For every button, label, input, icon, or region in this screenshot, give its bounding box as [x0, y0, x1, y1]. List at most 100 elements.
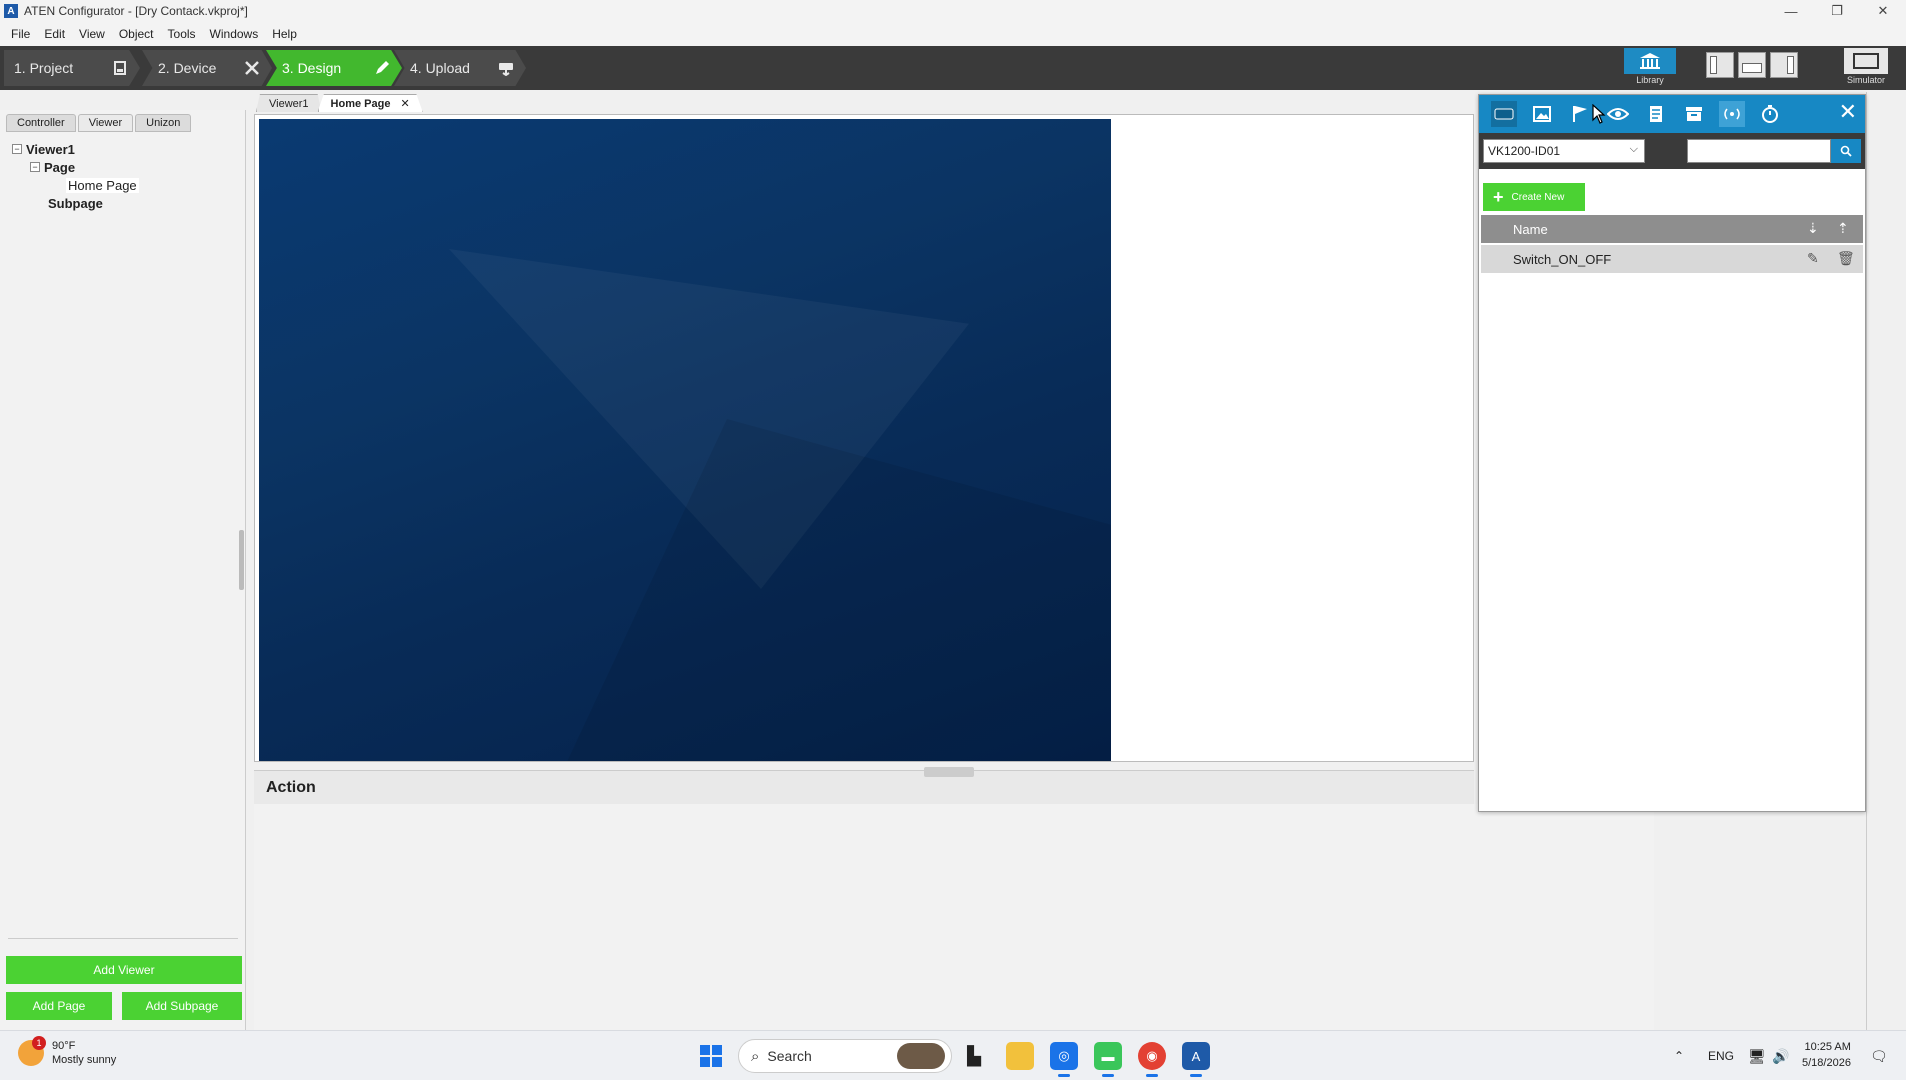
document-tabs: Viewer1 Home Page ✕ — [256, 94, 423, 112]
aten-configurator-icon[interactable]: A — [1182, 1042, 1210, 1077]
app-logo-icon: A — [4, 4, 18, 18]
tree-label-viewer1: Viewer1 — [26, 141, 75, 157]
collapse-icon[interactable]: − — [30, 162, 40, 172]
panel-splitter-handle[interactable] — [239, 530, 244, 590]
chevron-down-icon: ⌵ — [1629, 143, 1638, 155]
tab-viewer1-label: Viewer1 — [269, 97, 309, 110]
taskbar-search[interactable]: ⌕ Search — [738, 1039, 952, 1073]
home-page-background[interactable] — [259, 119, 1111, 761]
right-properties-strip — [1866, 92, 1906, 1030]
tree-label-subpage: Subpage — [48, 195, 103, 211]
step-project[interactable]: 1. Project — [4, 50, 140, 86]
tree-label-home-page: Home Page — [66, 177, 139, 193]
weather-description: Mostly sunny — [52, 1054, 117, 1066]
library-button[interactable]: Library — [1624, 48, 1676, 86]
design-canvas[interactable] — [254, 114, 1474, 762]
create-new-label: Create New — [1511, 191, 1565, 203]
menu-tools[interactable]: Tools — [161, 27, 203, 41]
search-button[interactable] — [1831, 139, 1861, 163]
simulator-icon — [1844, 48, 1888, 74]
archive-category-icon[interactable] — [1681, 101, 1707, 127]
document-icon — [110, 58, 130, 78]
menu-view[interactable]: View — [72, 27, 112, 41]
flag-category-icon[interactable] — [1567, 101, 1593, 127]
explorer-tabs: Controller Viewer Unizon — [6, 114, 193, 132]
layout-left-panel-button[interactable] — [1706, 52, 1734, 78]
edit-pencil-icon[interactable]: ✎ — [1807, 250, 1819, 267]
title-bar: A ATEN Configurator - [Dry Contack.vkpro… — [0, 0, 1906, 22]
language-indicator[interactable]: ENG — [1708, 1031, 1734, 1080]
add-viewer-button[interactable]: Add Viewer — [6, 956, 242, 984]
weather-temperature: 90°F — [52, 1040, 76, 1052]
image-category-icon[interactable] — [1529, 101, 1555, 127]
sort-descending-icon[interactable]: ⇣ — [1807, 220, 1819, 237]
collapse-icon[interactable]: − — [12, 144, 22, 154]
library-search-input[interactable] — [1687, 139, 1831, 163]
menu-edit[interactable]: Edit — [37, 27, 72, 41]
list-item[interactable]: Switch_ON_OFF ✎ 🗑 — [1481, 245, 1863, 273]
system-clock[interactable]: 10:25 AM 5/18/2026 — [1802, 1039, 1851, 1071]
trash-icon[interactable]: 🗑 — [1837, 250, 1855, 267]
tab-home-page[interactable]: Home Page ✕ — [317, 94, 423, 112]
layout-left-icon — [1710, 56, 1717, 74]
weather-text: 90°F Mostly sunny — [52, 1039, 116, 1067]
timer-category-icon[interactable] — [1757, 101, 1783, 127]
action-panel-resize-handle[interactable] — [924, 767, 974, 777]
library-filter-bar: VK1200-ID01 ⌵ — [1479, 133, 1865, 169]
tab-viewer[interactable]: Viewer — [77, 114, 134, 132]
signal-category-icon[interactable] — [1719, 101, 1745, 127]
sort-ascending-icon[interactable]: ⇡ — [1837, 220, 1849, 237]
line-app-icon[interactable]: ▬ — [1094, 1042, 1122, 1077]
tree-node-subpage[interactable]: Subpage — [12, 194, 139, 212]
show-hidden-icons[interactable]: ⌃ — [1674, 1031, 1684, 1080]
network-icon[interactable]: 🖥 — [1748, 1031, 1766, 1080]
task-view-icon[interactable]: ▙ — [960, 1042, 988, 1070]
device-select[interactable]: VK1200-ID01 ⌵ — [1483, 139, 1645, 163]
windows-logo-icon — [712, 1045, 722, 1055]
weather-widget[interactable]: 1 90°F Mostly sunny — [18, 1036, 116, 1067]
close-tab-icon[interactable]: ✕ — [400, 97, 409, 110]
name-column-header[interactable]: Name — [1513, 222, 1548, 237]
mouse-cursor-icon — [1592, 104, 1606, 124]
tab-controller[interactable]: Controller — [6, 114, 76, 132]
add-subpage-button[interactable]: Add Subpage — [122, 992, 242, 1020]
tab-unizon[interactable]: Unizon — [135, 114, 192, 132]
minimize-button[interactable]: — — [1768, 0, 1814, 22]
chrome-icon[interactable]: ◉ — [1138, 1042, 1166, 1077]
step-design[interactable]: 3. Design — [266, 50, 402, 86]
notes-category-icon[interactable] — [1643, 101, 1669, 127]
file-explorer-icon[interactable] — [1006, 1042, 1034, 1070]
menu-file[interactable]: File — [4, 27, 37, 41]
step-device-label: 2. Device — [158, 60, 217, 76]
simulator-button[interactable]: Simulator — [1844, 48, 1888, 86]
tree-node-viewer1[interactable]: − Viewer1 — [12, 140, 139, 158]
windows-logo-icon — [712, 1057, 722, 1067]
eye-category-icon[interactable] — [1605, 101, 1631, 127]
tree-node-page[interactable]: − Page — [12, 158, 139, 176]
windows-taskbar: 1 90°F Mostly sunny ⌕ Search ▙ ◎ ▬ ◉ A ⌃… — [0, 1030, 1906, 1080]
menu-windows[interactable]: Windows — [203, 27, 266, 41]
add-page-button[interactable]: Add Page — [6, 992, 112, 1020]
close-library-icon[interactable]: ✕ — [1839, 99, 1857, 125]
maximize-button[interactable]: ❐ — [1814, 0, 1860, 22]
windows-logo-icon — [700, 1057, 710, 1067]
layout-bottom-panel-button[interactable] — [1738, 52, 1766, 78]
tab-viewer1[interactable]: Viewer1 — [256, 94, 322, 112]
tree-node-home-page[interactable]: Home Page — [12, 176, 139, 194]
panel-divider — [8, 938, 238, 939]
menu-object[interactable]: Object — [112, 27, 161, 41]
close-window-button[interactable]: ✕ — [1860, 0, 1906, 22]
library-category-bar: ✕ — [1479, 95, 1865, 133]
notifications-icon[interactable]: 🗨 — [1870, 1031, 1888, 1080]
volume-icon[interactable]: 🔊 — [1772, 1031, 1789, 1080]
create-new-button[interactable]: + Create New — [1483, 183, 1585, 211]
start-button[interactable] — [700, 1045, 722, 1067]
device-category-icon[interactable] — [1491, 101, 1517, 127]
step-device[interactable]: 2. Device — [142, 50, 272, 86]
layout-right-panel-button[interactable] — [1770, 52, 1798, 78]
meeting-app-icon[interactable]: ◎ — [1050, 1042, 1078, 1077]
menu-help[interactable]: Help — [265, 27, 304, 41]
library-list-header: Name ⇣ ⇡ — [1481, 215, 1863, 243]
step-upload[interactable]: 4. Upload — [394, 50, 526, 86]
action-panel-title: Action — [266, 779, 316, 796]
